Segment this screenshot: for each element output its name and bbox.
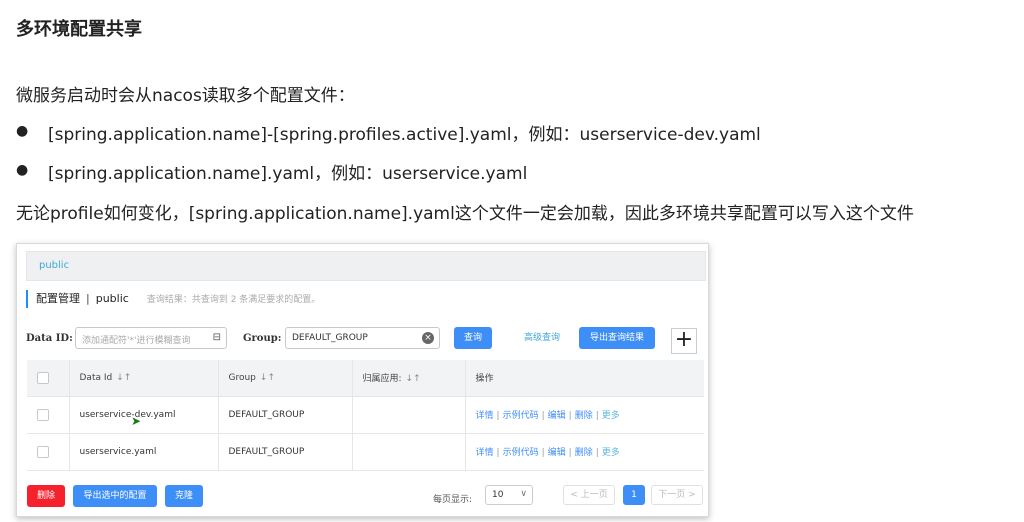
- select-all-cell: [27, 360, 70, 397]
- cell-data-id: userservice.yaml: [69, 433, 219, 471]
- action-separator: |: [496, 448, 500, 458]
- input-suffix-icon: ⊟: [212, 332, 221, 343]
- export-results-button[interactable]: 导出查询结果: [579, 327, 655, 349]
- action-sample-code[interactable]: 示例代码: [503, 448, 539, 458]
- page-size-value: 10: [492, 490, 504, 500]
- namespace-tab-public[interactable]: public: [39, 260, 69, 271]
- action-separator: |: [595, 411, 599, 421]
- breadcrumb-separator: |: [86, 292, 90, 305]
- row-checkbox-cell: [27, 433, 70, 471]
- select-all-checkbox[interactable]: [37, 371, 49, 384]
- config-table: Data Id ↓↑ Group ↓↑ 归属应用: ↓↑ 操作 userservice…: [27, 360, 704, 471]
- bullet-dot-1: ●: [16, 123, 29, 139]
- action-delete[interactable]: 删除: [575, 411, 593, 421]
- action-edit[interactable]: 编辑: [548, 448, 566, 458]
- sort-icon[interactable]: ↓↑: [260, 373, 275, 383]
- action-edit[interactable]: 编辑: [548, 411, 566, 421]
- cell-group: DEFAULT_GROUP: [218, 396, 353, 434]
- namespace-bar: public: [26, 251, 706, 281]
- data-id-label: Data ID:: [26, 333, 73, 344]
- header-group[interactable]: Group ↓↑: [218, 360, 353, 397]
- cell-app: [352, 433, 466, 471]
- cell-actions: 详情 | 示例代码 | 编辑 | 删除 | 更多: [465, 433, 704, 471]
- clear-icon[interactable]: ×: [422, 332, 434, 344]
- action-separator: |: [568, 448, 572, 458]
- breadcrumb-section: 配置管理: [36, 292, 80, 305]
- cell-group: DEFAULT_GROUP: [218, 433, 353, 471]
- delete-button[interactable]: 删除: [27, 485, 65, 507]
- page-size-label: 每页显示:: [433, 495, 473, 505]
- cell-app: [352, 396, 466, 434]
- header-app-label: 归属应用:: [362, 374, 402, 385]
- header-group-label: Group: [228, 372, 256, 383]
- mouse-cursor-icon: ➤: [131, 414, 142, 428]
- group-value: DEFAULT_GROUP: [292, 333, 368, 343]
- data-id-input[interactable]: 添加通配符'*'进行模糊查询 ⊟: [75, 327, 227, 349]
- bullet-item-1: [spring.application.name]-[spring.profil…: [48, 125, 761, 145]
- header-actions: 操作: [465, 360, 704, 397]
- row-checkbox[interactable]: [37, 445, 49, 458]
- action-separator: |: [496, 411, 500, 421]
- breadcrumb: 配置管理 | public 查询结果：共查询到 2 条满足要求的配置。: [26, 290, 320, 308]
- chevron-down-icon: ∨: [520, 489, 527, 499]
- clone-button[interactable]: 克隆: [165, 485, 203, 507]
- header-data-id[interactable]: Data Id ↓↑: [69, 360, 219, 397]
- action-separator: |: [595, 448, 599, 458]
- table-row: userservice.yaml DEFAULT_GROUP 详情 | 示例代码 | 编…: [27, 433, 704, 471]
- header-app[interactable]: 归属应用: ↓↑: [352, 360, 466, 397]
- action-more[interactable]: 更多: [602, 411, 620, 421]
- query-button[interactable]: 查询: [454, 327, 492, 349]
- advanced-query-link[interactable]: 高级查询: [515, 327, 569, 349]
- breadcrumb-namespace: public: [95, 292, 129, 305]
- data-id-placeholder: 添加通配符'*'进行模糊查询: [82, 336, 191, 346]
- action-delete[interactable]: 删除: [575, 448, 593, 458]
- action-separator: |: [568, 411, 572, 421]
- action-sample-code[interactable]: 示例代码: [503, 411, 539, 421]
- table-row: userservice-dev.yaml DEFAULT_GROUP 详情 | 示例…: [27, 396, 704, 434]
- row-checkbox[interactable]: [37, 408, 49, 421]
- action-separator: |: [541, 411, 545, 421]
- conclusion-text: 无论profile如何变化，[spring.application.name].…: [16, 204, 914, 224]
- action-separator: |: [541, 448, 545, 458]
- header-data-id-label: Data Id: [79, 372, 113, 383]
- page-1-button[interactable]: 1: [623, 485, 645, 505]
- group-input[interactable]: DEFAULT_GROUP ×: [285, 327, 440, 349]
- bullet-dot-2: ●: [16, 162, 29, 178]
- export-selected-button[interactable]: 导出选中的配置: [73, 485, 157, 507]
- page-title: 多环境配置共享: [16, 19, 142, 40]
- action-detail[interactable]: 详情: [476, 411, 494, 421]
- action-detail[interactable]: 详情: [476, 448, 494, 458]
- intro-text: 微服务启动时会从nacos读取多个配置文件：: [16, 86, 355, 106]
- next-page-button[interactable]: 下一页 >: [651, 485, 703, 505]
- nacos-config-screenshot: public 配置管理 | public 查询结果：共查询到 2 条满足要求的配置。 …: [16, 243, 709, 517]
- cell-data-id: userservice-dev.yaml: [69, 396, 219, 434]
- group-label: Group:: [243, 333, 282, 344]
- row-checkbox-cell: [27, 396, 70, 434]
- add-config-button[interactable]: +: [671, 328, 697, 354]
- sort-icon[interactable]: ↓↑: [406, 374, 421, 384]
- cell-actions: 详情 | 示例代码 | 编辑 | 删除 | 更多: [465, 396, 704, 434]
- bullet-item-2: [spring.application.name].yaml，例如：userse…: [48, 164, 528, 184]
- page-size-select[interactable]: 10 ∨: [485, 485, 533, 505]
- table-header-row: Data Id ↓↑ Group ↓↑ 归属应用: ↓↑ 操作: [27, 360, 704, 397]
- action-more[interactable]: 更多: [602, 448, 620, 458]
- sort-icon[interactable]: ↓↑: [116, 373, 131, 383]
- query-result-hint: 查询结果：共查询到 2 条满足要求的配置。: [146, 295, 321, 305]
- prev-page-button[interactable]: < 上一页: [563, 485, 615, 505]
